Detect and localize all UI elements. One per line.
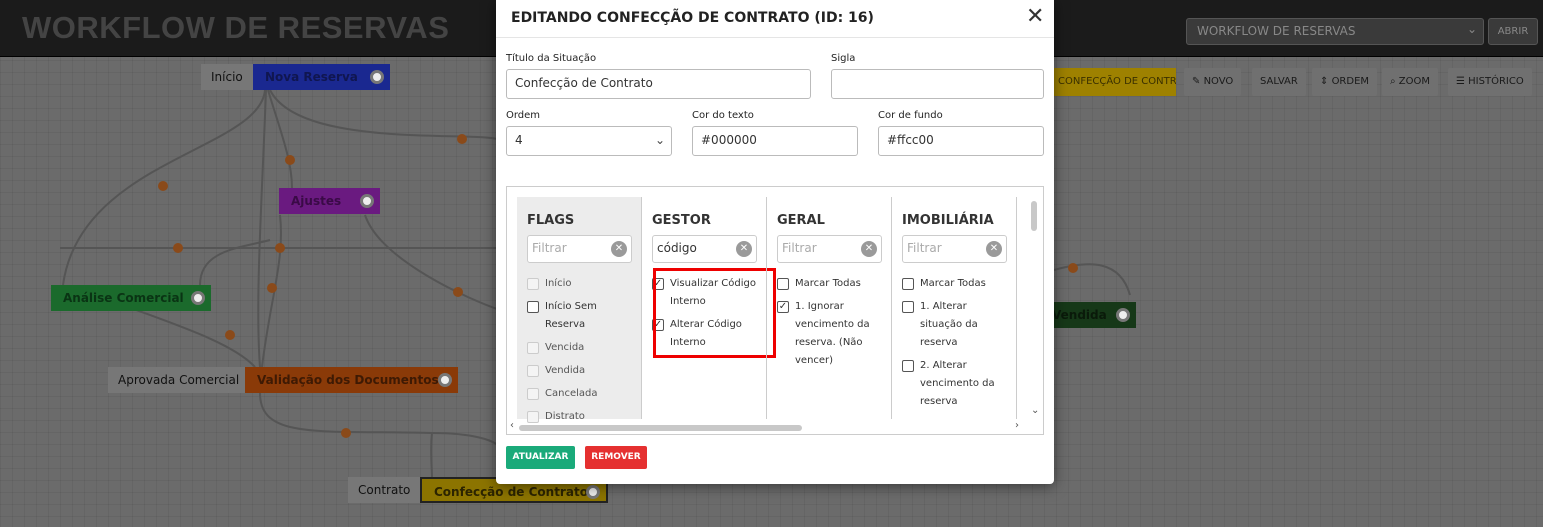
flag-vendida[interactable]: Vendida (527, 362, 637, 380)
ordem-select[interactable]: 4 ⌄ (506, 126, 672, 156)
checkbox-label: 2. Alterar vencimento da reserva (920, 360, 995, 407)
vertical-scrollbar[interactable] (1031, 201, 1037, 231)
clear-icon[interactable]: ✕ (986, 241, 1002, 257)
checkbox-label: Vencida (545, 342, 585, 353)
imobiliaria-filter-input[interactable]: Filtrar ✕ (902, 235, 1007, 263)
cor-fundo-input[interactable]: #ffcc00 (878, 126, 1044, 156)
checkbox[interactable] (527, 278, 539, 290)
perm-alterar-vencimento[interactable]: 2. Alterar vencimento da reserva (902, 357, 1012, 411)
titulo-input[interactable]: Confecção de Contrato (506, 69, 811, 99)
checkbox[interactable] (527, 388, 539, 400)
sigla-label: Sigla (831, 53, 856, 64)
filter-placeholder: Filtrar (782, 241, 817, 255)
clear-icon[interactable]: ✕ (736, 241, 752, 257)
scroll-left-icon[interactable]: ‹ (510, 420, 514, 431)
perm-ignorar-vencimento[interactable]: ✓ 1. Ignorar vencimento da reserva. (Não … (777, 298, 887, 370)
checkbox-label: Vendida (545, 365, 586, 376)
column-title: GESTOR (652, 213, 711, 228)
column-title: GERAL (777, 213, 825, 228)
checkbox[interactable] (527, 411, 539, 423)
modal-title: EDITANDO CONFECÇÃO DE CONTRATO (ID: 16) (511, 10, 874, 26)
column-flags: FLAGS Filtrar ✕ Início Início Sem Reserva… (517, 197, 641, 423)
checkbox[interactable] (527, 301, 539, 313)
column-title: FLAGS (527, 213, 575, 228)
checkbox-label: Distrato (545, 411, 585, 422)
highlight-box (653, 268, 776, 358)
checkbox-label: Início Sem Reserva (545, 301, 597, 330)
scroll-down-icon[interactable]: ⌄ (1031, 405, 1039, 416)
filter-placeholder: Filtrar (532, 241, 567, 255)
checkbox-label: 1. Ignorar vencimento da reserva. (Não v… (795, 301, 870, 366)
remove-button[interactable]: REMOVER (585, 446, 647, 469)
divider (496, 37, 1054, 38)
clear-icon[interactable]: ✕ (861, 241, 877, 257)
checkbox[interactable] (527, 365, 539, 377)
checkbox-label: Marcar Todas (920, 278, 986, 289)
clear-icon[interactable]: ✕ (611, 241, 627, 257)
geral-filter-input[interactable]: Filtrar ✕ (777, 235, 882, 263)
checkbox[interactable] (902, 278, 914, 290)
filter-value: código (657, 241, 697, 255)
column-divider (1016, 197, 1017, 419)
permissions-panel[interactable]: FLAGS Filtrar ✕ Início Início Sem Reserva… (506, 186, 1044, 435)
checkbox[interactable] (777, 278, 789, 290)
checkbox-label: Marcar Todas (795, 278, 861, 289)
imob-marcar-todas[interactable]: Marcar Todas (902, 275, 1012, 293)
close-icon[interactable]: ✕ (1026, 4, 1044, 29)
column-imobiliaria: IMOBILIÁRIA Filtrar ✕ Marcar Todas 1. Alt… (892, 197, 1016, 419)
perm-alterar-situacao[interactable]: 1. Alterar situação da reserva (902, 298, 1012, 352)
checkbox[interactable] (527, 342, 539, 354)
cor-texto-label: Cor do texto (692, 110, 754, 121)
edit-status-modal: EDITANDO CONFECÇÃO DE CONTRATO (ID: 16) … (496, 0, 1054, 484)
filter-placeholder: Filtrar (907, 241, 942, 255)
cor-texto-input[interactable]: #000000 (692, 126, 858, 156)
checkbox-label: Cancelada (545, 388, 598, 399)
chevron-down-icon: ⌄ (654, 133, 665, 147)
flag-cancelada[interactable]: Cancelada (527, 385, 637, 403)
checkbox[interactable] (902, 301, 914, 313)
checkbox-label: 1. Alterar situação da reserva (920, 301, 978, 348)
flags-filter-input[interactable]: Filtrar ✕ (527, 235, 632, 263)
checkbox[interactable] (902, 360, 914, 372)
column-geral: GERAL Filtrar ✕ Marcar Todas ✓ 1. Ignorar … (767, 197, 891, 419)
gestor-filter-input[interactable]: código ✕ (652, 235, 757, 263)
titulo-label: Título da Situação (506, 53, 597, 64)
geral-marcar-todas[interactable]: Marcar Todas (777, 275, 887, 293)
flag-distrato[interactable]: Distrato (527, 408, 637, 426)
cor-fundo-label: Cor de fundo (878, 110, 943, 121)
flag-inicio[interactable]: Início (527, 275, 637, 293)
flag-vencida[interactable]: Vencida (527, 339, 637, 357)
checkbox-label: Início (545, 278, 572, 289)
sigla-input[interactable] (831, 69, 1044, 99)
scroll-right-icon[interactable]: › (1015, 420, 1019, 431)
column-title: IMOBILIÁRIA (902, 213, 994, 228)
horizontal-scrollbar[interactable] (519, 425, 802, 431)
flag-inicio-sem-reserva[interactable]: Início Sem Reserva (527, 298, 637, 334)
ordem-select-value: 4 (515, 133, 523, 147)
checkbox-checked[interactable]: ✓ (777, 301, 789, 313)
ordem-label: Ordem (506, 110, 541, 121)
update-button[interactable]: ATUALIZAR (506, 446, 575, 469)
